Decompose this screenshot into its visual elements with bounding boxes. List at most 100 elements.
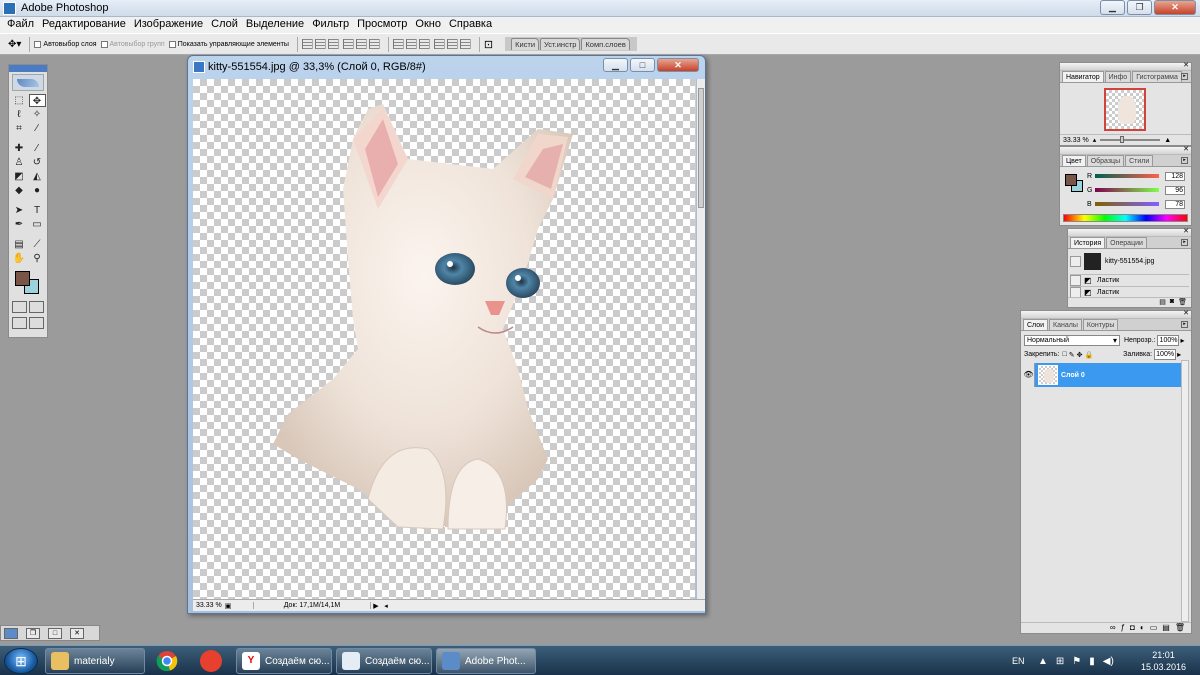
full-screen-menu-mode-icon[interactable] <box>29 317 44 329</box>
chrome-icon[interactable] <box>148 648 186 674</box>
recorder-app-icon[interactable] <box>192 648 230 674</box>
zoom-options-icon[interactable]: ▣ <box>223 602 233 610</box>
color-foreground-swatch[interactable] <box>1065 174 1077 186</box>
action-center-flag-icon[interactable]: ⚑ <box>1072 656 1081 667</box>
start-button[interactable]: ⊞ <box>4 648 38 674</box>
lock-transparency-icon[interactable]: □ <box>1062 351 1066 358</box>
history-step[interactable]: ◩ Ластик <box>1070 286 1189 298</box>
palette-header[interactable]: ✕ <box>1021 310 1191 319</box>
navigator-zoom-value[interactable]: 33.33 % <box>1063 137 1089 144</box>
distribute-hcenter-icon[interactable] <box>446 39 458 49</box>
status-menu-arrow-icon[interactable]: ▶ <box>371 602 381 610</box>
notes-tool-icon[interactable]: ▤ <box>11 238 28 251</box>
distribute-right-icon[interactable] <box>459 39 471 49</box>
clone-stamp-tool-icon[interactable]: ♙ <box>11 156 28 169</box>
history-brush-source-icon[interactable] <box>1070 255 1081 267</box>
palette-well-tab-tool-presets[interactable]: Уст.инстр <box>540 38 581 50</box>
align-hcenter-icon[interactable] <box>355 39 367 49</box>
dodge-tool-icon[interactable]: ● <box>29 184 46 197</box>
new-document-from-state-icon[interactable]: ▤ <box>1159 298 1166 307</box>
taskbar-item-photoshop[interactable]: Adobe Phot... <box>436 648 536 674</box>
opacity-arrow-icon[interactable]: ▸ <box>1180 336 1184 345</box>
close-icon[interactable]: ✕ <box>1183 146 1189 154</box>
palette-menu-icon[interactable]: ▸ <box>1181 239 1188 246</box>
hand-tool-icon[interactable]: ✋ <box>11 252 28 265</box>
close-button[interactable]: ✕ <box>1154 0 1196 15</box>
history-step-checkbox[interactable] <box>1070 286 1081 298</box>
pen-tool-icon[interactable]: ✒ <box>11 218 28 231</box>
blue-slider[interactable] <box>1095 202 1159 206</box>
tab-paths[interactable]: Контуры <box>1082 319 1119 330</box>
align-top-icon[interactable] <box>301 39 313 49</box>
navigator-thumbnail[interactable] <box>1104 88 1146 131</box>
layer-name[interactable]: Слой 0 <box>1061 372 1085 379</box>
opacity-input[interactable]: 100% <box>1157 335 1180 346</box>
new-snapshot-icon[interactable]: ◙ <box>1170 298 1174 307</box>
minimized-photoshop-icon[interactable] <box>4 627 18 639</box>
document-minimize-button[interactable]: ▁ <box>603 58 628 72</box>
document-maximize-button[interactable]: □ <box>630 58 655 72</box>
menu-file[interactable]: Файл <box>3 17 38 33</box>
lock-position-icon[interactable]: ✥ <box>1077 351 1083 359</box>
distribute-top-icon[interactable] <box>392 39 404 49</box>
fill-arrow-icon[interactable]: ▸ <box>1177 350 1181 359</box>
palette-menu-icon[interactable]: ▸ <box>1181 73 1188 80</box>
brush-tool-icon[interactable]: ⁄ <box>29 142 46 155</box>
menu-filter[interactable]: Фильтр <box>308 17 353 33</box>
menu-select[interactable]: Выделение <box>242 17 308 33</box>
zoom-slider[interactable] <box>1100 136 1161 143</box>
close-icon[interactable]: ✕ <box>1183 310 1189 318</box>
blur-tool-icon[interactable]: ◆ <box>11 184 28 197</box>
foreground-color-swatch[interactable] <box>15 271 30 286</box>
red-value[interactable]: 128 <box>1165 171 1185 181</box>
rectangle-tool-icon[interactable]: ▭ <box>29 218 46 231</box>
new-group-icon[interactable]: ▭ <box>1150 623 1158 633</box>
standard-mode-icon[interactable] <box>12 301 27 313</box>
network-icon[interactable]: ▮ <box>1089 656 1095 667</box>
tab-info[interactable]: Инфо <box>1104 71 1132 82</box>
distribute-bottom-icon[interactable] <box>418 39 430 49</box>
layer-row[interactable]: 👁 Слой 0 <box>1023 363 1181 387</box>
eraser-tool-icon[interactable]: ◩ <box>11 170 28 183</box>
type-tool-icon[interactable]: T <box>29 204 46 217</box>
document-close-button[interactable]: ✕ <box>657 58 699 72</box>
menu-layer[interactable]: Слой <box>207 17 242 33</box>
tab-histogram[interactable]: Гистограмма <box>1132 71 1182 82</box>
standard-screen-mode-icon[interactable] <box>12 317 27 329</box>
align-right-icon[interactable] <box>368 39 380 49</box>
tab-actions[interactable]: Операции <box>1106 237 1147 248</box>
palette-well-tab-layer-comps[interactable]: Комп.слоев <box>581 38 630 50</box>
history-step[interactable]: ◩ Ластик <box>1070 274 1189 286</box>
lock-all-icon[interactable]: 🔒 <box>1084 351 1093 359</box>
link-layers-icon[interactable]: ∞ <box>1110 623 1116 633</box>
tab-navigator[interactable]: Навигатор <box>1062 71 1104 82</box>
history-step-checkbox[interactable] <box>1070 274 1081 286</box>
menu-view[interactable]: Просмотр <box>353 17 411 33</box>
zoom-in-icon[interactable]: ▲ <box>1164 137 1171 144</box>
palette-menu-icon[interactable]: ▸ <box>1181 321 1188 328</box>
palette-header[interactable]: ✕ <box>1060 146 1191 155</box>
move-tool-preset-icon[interactable]: ✥▾ <box>8 39 21 50</box>
close-icon[interactable]: ✕ <box>1183 228 1189 236</box>
language-indicator[interactable]: EN <box>1012 646 1025 675</box>
blue-value[interactable]: 78 <box>1165 199 1185 209</box>
blend-mode-select[interactable]: Нормальный <box>1024 335 1120 346</box>
show-hidden-icons-icon[interactable]: ▲ <box>1038 656 1048 667</box>
lock-image-icon[interactable]: ✎ <box>1069 351 1075 359</box>
close-icon[interactable]: ✕ <box>1183 62 1189 70</box>
align-bottom-icon[interactable] <box>327 39 339 49</box>
align-vcenter-icon[interactable] <box>314 39 326 49</box>
tab-styles[interactable]: Стили <box>1125 155 1154 166</box>
red-slider[interactable] <box>1095 174 1159 178</box>
delete-state-icon[interactable]: 🗑 <box>1178 298 1187 307</box>
file-browser-icon[interactable]: ⊡ <box>484 38 493 51</box>
tab-channels[interactable]: Каналы <box>1049 319 1082 330</box>
marquee-tool-icon[interactable]: ⬚ <box>11 94 28 107</box>
layer-mask-icon[interactable]: ◘ <box>1130 623 1135 633</box>
adjustment-layer-icon[interactable]: ◐ <box>1140 623 1145 633</box>
taskbar-item-word[interactable]: Создаём сю... <box>336 648 432 674</box>
lasso-tool-icon[interactable]: ℓ <box>11 108 28 121</box>
maximize-icon[interactable]: □ <box>48 627 62 639</box>
menu-image[interactable]: Изображение <box>130 17 207 33</box>
menu-window[interactable]: Окно <box>411 17 445 33</box>
